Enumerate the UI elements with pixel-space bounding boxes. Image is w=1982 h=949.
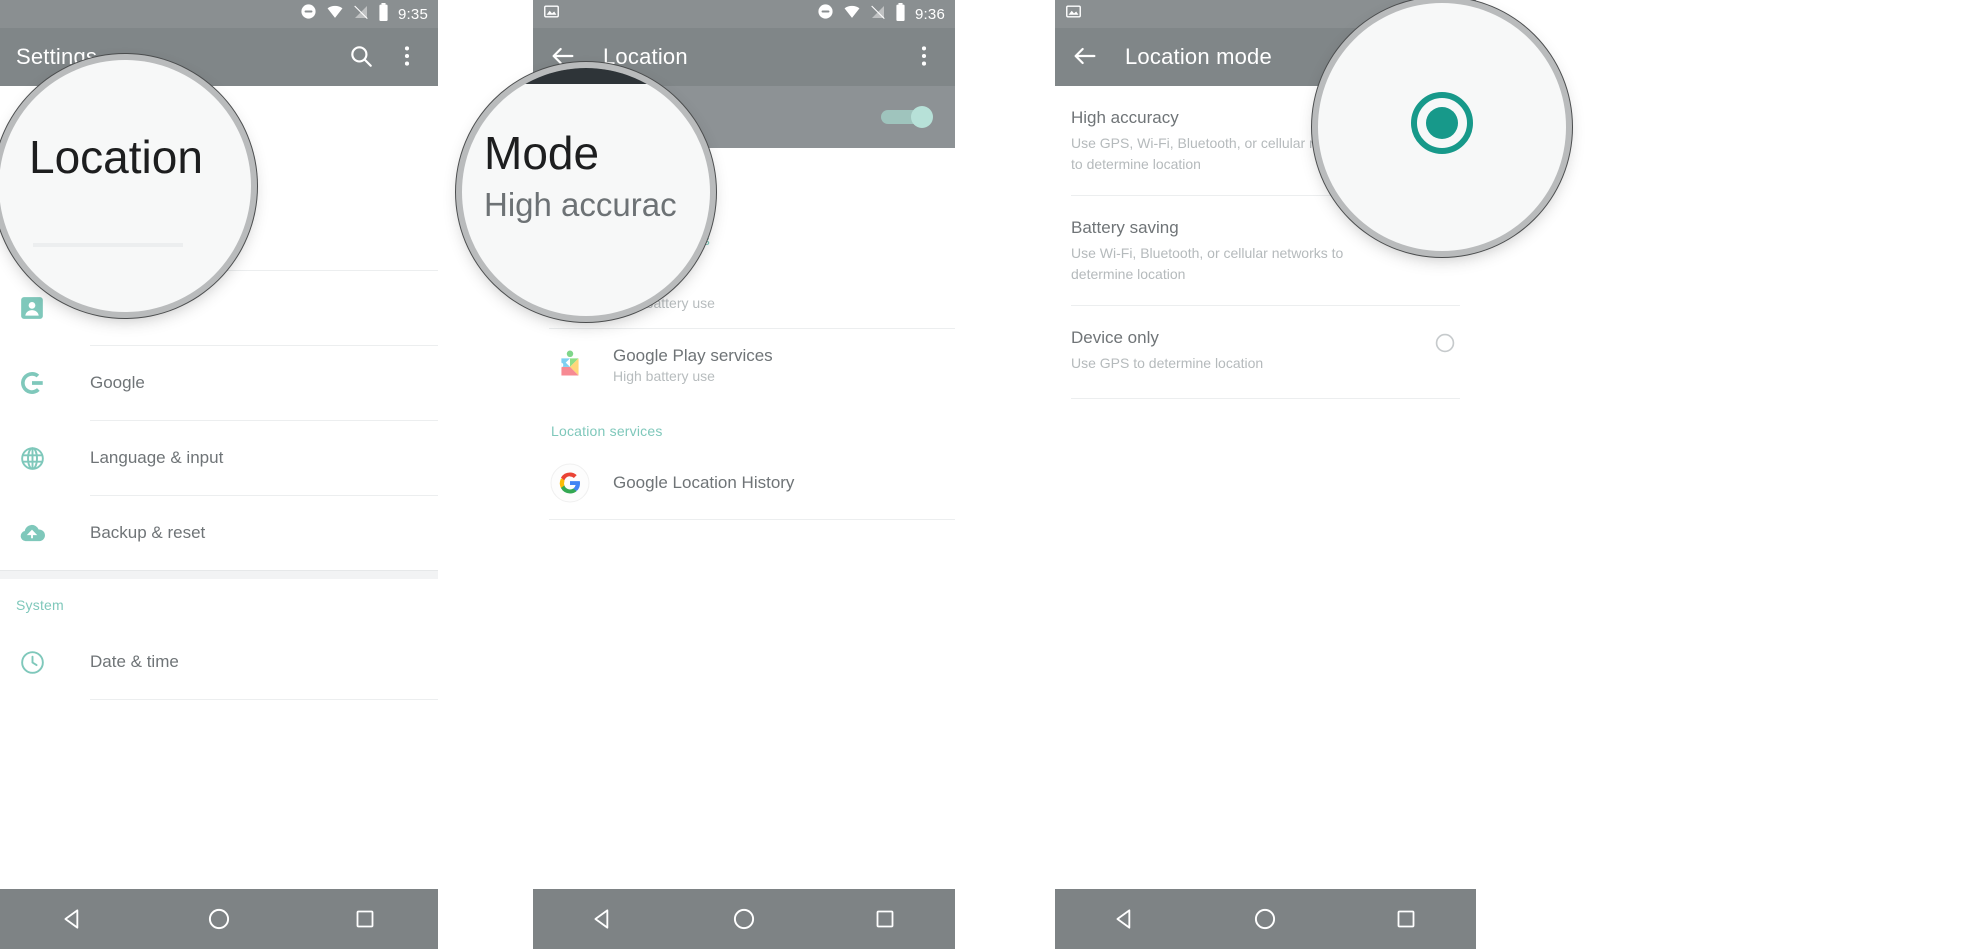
dnd-icon xyxy=(300,3,317,25)
magnified-title: Mode xyxy=(484,127,600,179)
section-divider xyxy=(0,570,438,579)
status-time: 9:35 xyxy=(398,5,428,23)
wifi-icon xyxy=(326,3,344,25)
page-title: Location xyxy=(603,44,688,69)
nav-bar xyxy=(533,889,955,949)
list-item[interactable]: Backup & reset xyxy=(0,496,438,570)
back-nav-icon[interactable] xyxy=(586,902,620,936)
screenshot-stage: 9:35 Settings Accounts xyxy=(0,0,1982,949)
nav-bar xyxy=(1055,889,1476,949)
magnified-toolbar-edge xyxy=(462,68,710,84)
magnifier-selected-radio xyxy=(1318,3,1566,251)
screenshot-icon xyxy=(543,3,560,25)
magnifier-mode-value: Mode High accurac xyxy=(462,68,710,316)
nav-bar xyxy=(0,889,438,949)
list-item-subtitle: High battery use xyxy=(613,368,715,384)
list-item-label: Google Location History xyxy=(613,473,795,492)
magnifier-location-label: Location xyxy=(0,60,251,312)
google-icon xyxy=(16,367,48,399)
recents-nav-icon[interactable] xyxy=(868,902,902,936)
mode-label: Device only xyxy=(1071,328,1159,347)
list-item-label: Google xyxy=(90,373,145,392)
signal-off-icon xyxy=(870,4,886,25)
list-divider xyxy=(90,699,438,700)
status-bar: 9:35 xyxy=(0,0,438,28)
signal-off-icon xyxy=(353,4,369,25)
magnified-text: Location xyxy=(29,131,203,183)
list-item[interactable]: Google xyxy=(0,346,438,420)
recents-nav-icon[interactable] xyxy=(348,902,382,936)
location-toggle[interactable] xyxy=(881,106,933,128)
battery-icon xyxy=(378,2,389,26)
list-item[interactable]: Google Location History xyxy=(533,447,955,519)
mode-description: Use GPS to determine location xyxy=(1071,355,1264,371)
list-divider xyxy=(549,519,955,520)
section-header-system: System xyxy=(16,597,64,613)
list-item[interactable]: Date & time xyxy=(0,625,438,699)
list-item-label: Backup & reset xyxy=(90,523,206,542)
page-title: Location mode xyxy=(1125,44,1272,69)
overflow-menu-icon[interactable] xyxy=(911,43,939,71)
battery-icon xyxy=(895,2,906,26)
google-g-icon xyxy=(549,462,591,504)
back-arrow-icon[interactable] xyxy=(1071,42,1101,72)
recents-nav-icon[interactable] xyxy=(1389,902,1423,936)
list-item[interactable]: Google Play services High battery use xyxy=(533,329,955,401)
google-play-services-icon xyxy=(549,344,591,386)
home-nav-icon[interactable] xyxy=(727,902,761,936)
wifi-icon xyxy=(843,3,861,25)
back-nav-icon[interactable] xyxy=(56,902,90,936)
overflow-menu-icon[interactable] xyxy=(394,43,422,71)
list-divider xyxy=(1071,398,1460,399)
status-bar: 9:36 xyxy=(533,0,955,28)
status-time: 9:36 xyxy=(915,5,945,23)
section-header-location-services: Location services xyxy=(551,423,663,439)
mode-option-device-only[interactable]: Device only Use GPS to determine locatio… xyxy=(1055,306,1476,398)
toggle-knob xyxy=(911,106,933,128)
clock-icon xyxy=(16,646,48,678)
back-nav-icon[interactable] xyxy=(1108,902,1142,936)
dnd-icon xyxy=(817,3,834,25)
search-icon[interactable] xyxy=(348,43,376,71)
screenshot-icon xyxy=(1065,3,1082,25)
list-item-label: Language & input xyxy=(90,448,224,467)
magnified-value: High accurac xyxy=(484,186,677,223)
home-nav-icon[interactable] xyxy=(202,902,236,936)
home-nav-icon[interactable] xyxy=(1248,902,1282,936)
language-icon xyxy=(16,442,48,474)
radio-selected-dot-icon xyxy=(1426,107,1458,139)
list-item-label: Date & time xyxy=(90,652,179,671)
magnified-divider xyxy=(33,243,183,247)
backup-icon xyxy=(16,517,48,549)
radio-unselected-icon[interactable] xyxy=(1434,332,1456,354)
list-item[interactable]: Language & input xyxy=(0,421,438,495)
list-item-label: Google Play services xyxy=(613,346,773,365)
